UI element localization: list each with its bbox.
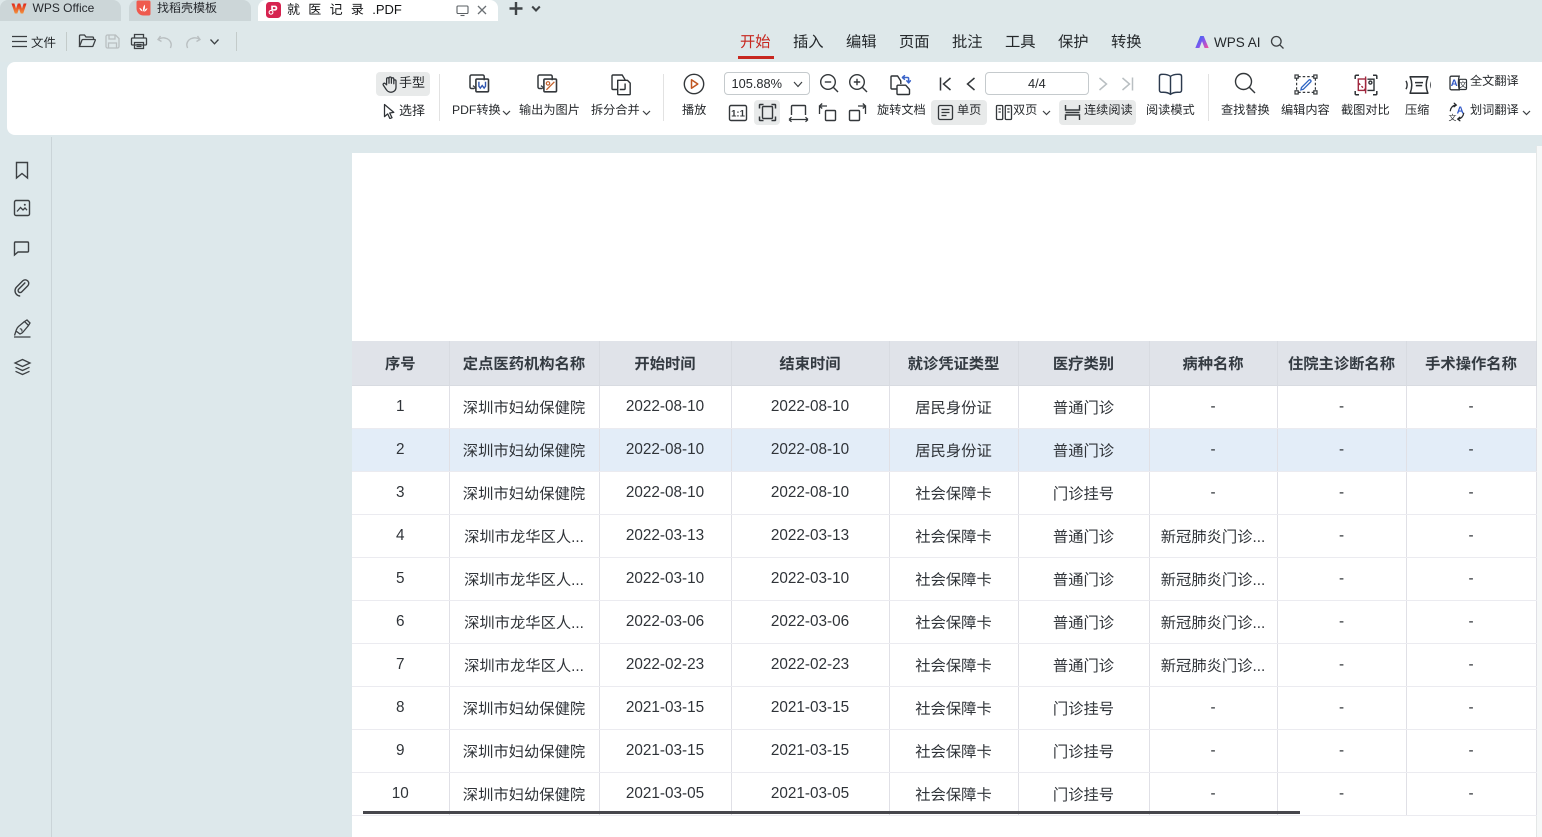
svg-text:A: A <box>1451 78 1458 89</box>
svg-text:1:1: 1:1 <box>731 109 745 120</box>
svg-text:文: 文 <box>1449 112 1457 122</box>
svg-text:文: 文 <box>1459 79 1467 90</box>
